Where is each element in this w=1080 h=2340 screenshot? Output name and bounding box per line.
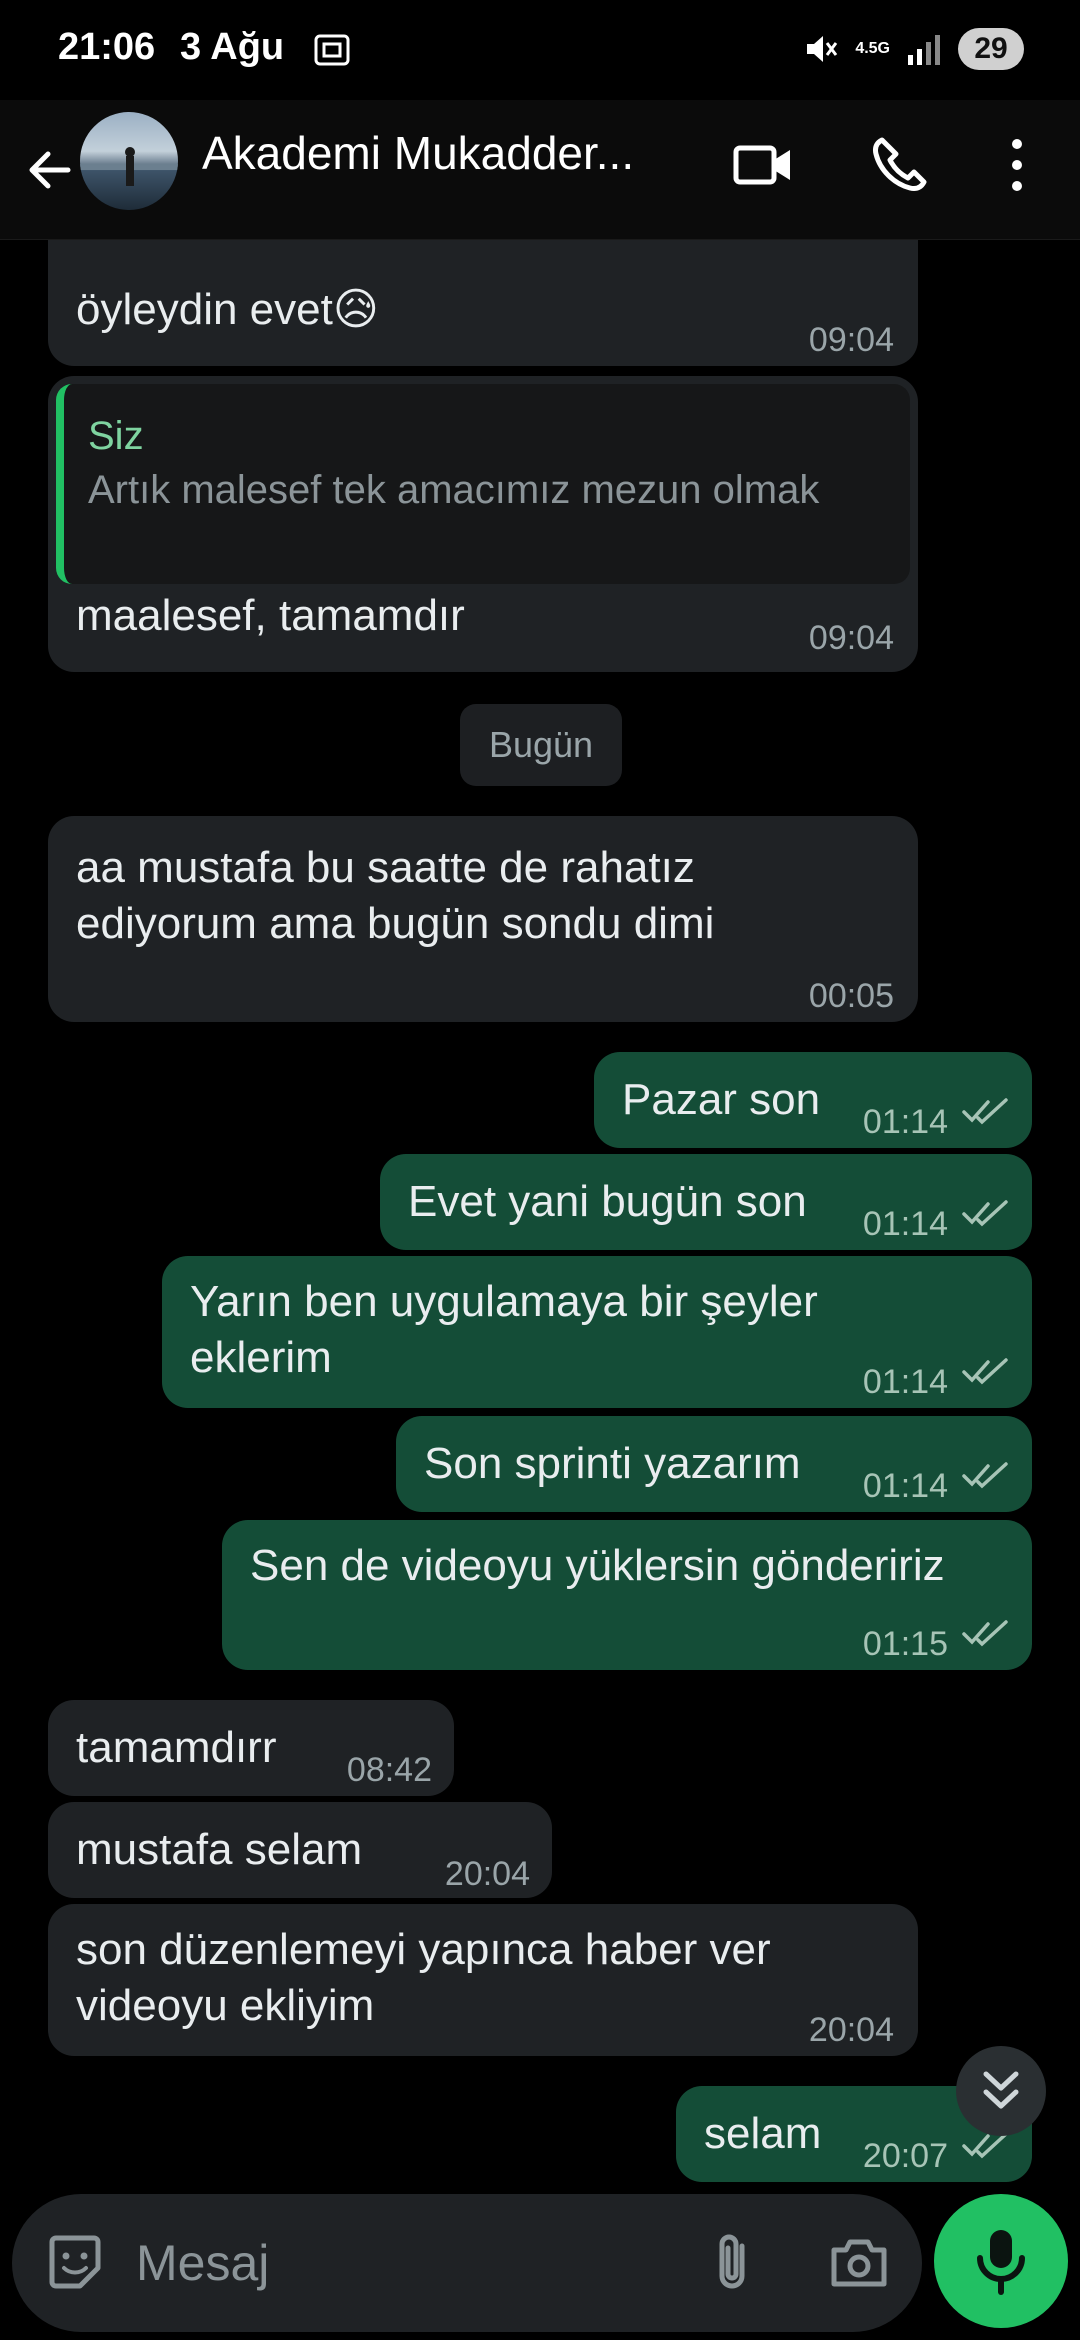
quote-author: Siz (88, 414, 144, 458)
voice-call-icon[interactable] (866, 130, 936, 200)
voice-record-button[interactable] (934, 2194, 1068, 2328)
message-text: Evet yani bugün son (408, 1177, 807, 1226)
camera-icon[interactable] (826, 2230, 892, 2296)
message-time: 01:14 (862, 1103, 948, 1141)
status-date: 3 Ağu (180, 26, 285, 68)
read-ticks-icon (962, 1200, 1008, 1227)
message-text: tamamdırr (76, 1723, 277, 1772)
message-time: 20:04 (444, 1855, 530, 1893)
outgoing-message[interactable]: Evet yani bugün son 01:14 (380, 1154, 1032, 1250)
message-time: 01:14 (862, 1467, 948, 1505)
message-time: 08:42 (346, 1751, 432, 1789)
read-ticks-icon (962, 1098, 1008, 1125)
message-time: 20:07 (862, 2137, 948, 2175)
outgoing-message[interactable]: Sen de videoyu yüklersin göndeririz 01:1… (222, 1520, 1032, 1670)
message-time: 00:05 (808, 977, 894, 1015)
microphone-icon (977, 2230, 1025, 2295)
sticker-icon[interactable] (42, 2230, 108, 2296)
message-time: 09:04 (808, 321, 894, 359)
message-input[interactable]: Mesaj (136, 2234, 269, 2292)
message-text: Pazar son (622, 1075, 821, 1124)
network-type: 4.5G (855, 40, 890, 57)
screenshot-icon (314, 34, 350, 66)
read-ticks-icon (962, 1620, 1008, 1647)
message-text: Yarın ben uygulamaya bir şeyler eklerim (190, 1277, 818, 1382)
more-options-icon[interactable] (982, 130, 1052, 200)
message-list[interactable]: öyleydin evet😥 09:04 Siz Artık malesef t… (0, 240, 1080, 2192)
contact-name[interactable]: Akademi Mukadder... (202, 126, 682, 180)
read-ticks-icon (962, 1358, 1008, 1385)
message-time: 20:04 (808, 2011, 894, 2049)
incoming-message[interactable]: son düzenlemeyi yapınca haber ver videoy… (48, 1904, 918, 2056)
outgoing-message[interactable]: Yarın ben uygulamaya bir şeyler eklerim … (162, 1256, 1032, 1408)
message-time: 01:14 (862, 1205, 948, 1243)
status-bar: 21:06 3 Ağu 4.5G 29 (0, 0, 1080, 100)
read-ticks-icon (962, 1462, 1008, 1489)
message-composer: Mesaj (12, 2194, 922, 2332)
message-time: 09:04 (808, 619, 894, 657)
incoming-message[interactable]: tamamdırr 08:42 (48, 1700, 454, 1796)
outgoing-message[interactable]: Son sprinti yazarım 01:14 (396, 1416, 1032, 1512)
scroll-to-bottom-button[interactable] (956, 2046, 1046, 2136)
mute-icon (807, 36, 838, 62)
video-call-icon[interactable] (730, 130, 800, 200)
message-text: son düzenlemeyi yapınca haber ver videoy… (76, 1925, 771, 2030)
incoming-message[interactable]: mustafa selam 20:04 (48, 1802, 552, 1898)
message-text: aa mustafa bu saatte de rahatız ediyorum… (76, 843, 715, 948)
message-text: Sen de videoyu yüklersin göndeririz (250, 1541, 945, 1590)
signal-icon (908, 35, 940, 65)
double-chevron-down-icon (983, 2071, 1019, 2109)
message-text: selam (704, 2109, 822, 2158)
quoted-message[interactable]: Siz Artık malesef tek amacımız mezun olm… (56, 384, 910, 584)
battery-level: 29 (958, 28, 1024, 70)
message-text: maalesef, tamamdır (76, 591, 465, 640)
quote-text: Artık malesef tek amacımız mezun olmak (88, 468, 820, 512)
back-arrow-icon[interactable] (20, 140, 80, 200)
chat-header: Akademi Mukadder... (0, 100, 1080, 240)
outgoing-message[interactable]: Pazar son 01:14 (594, 1052, 1032, 1148)
incoming-message[interactable]: Siz Artık malesef tek amacımız mezun olm… (48, 376, 918, 672)
incoming-message[interactable]: aa mustafa bu saatte de rahatız ediyorum… (48, 816, 918, 1022)
message-time: 01:14 (862, 1363, 948, 1401)
incoming-message[interactable]: öyleydin evet😥 09:04 (48, 240, 918, 366)
attachment-icon[interactable] (700, 2230, 766, 2296)
message-text: öyleydin evet😥 (76, 285, 379, 334)
status-indicators: 4.5G 29 (803, 24, 1024, 74)
message-time: 01:15 (862, 1625, 948, 1663)
message-text: Son sprinti yazarım (424, 1439, 801, 1488)
status-time: 21:06 (58, 26, 156, 68)
message-text: mustafa selam (76, 1825, 363, 1874)
date-divider: Bugün (460, 704, 622, 786)
contact-avatar[interactable] (80, 112, 178, 210)
